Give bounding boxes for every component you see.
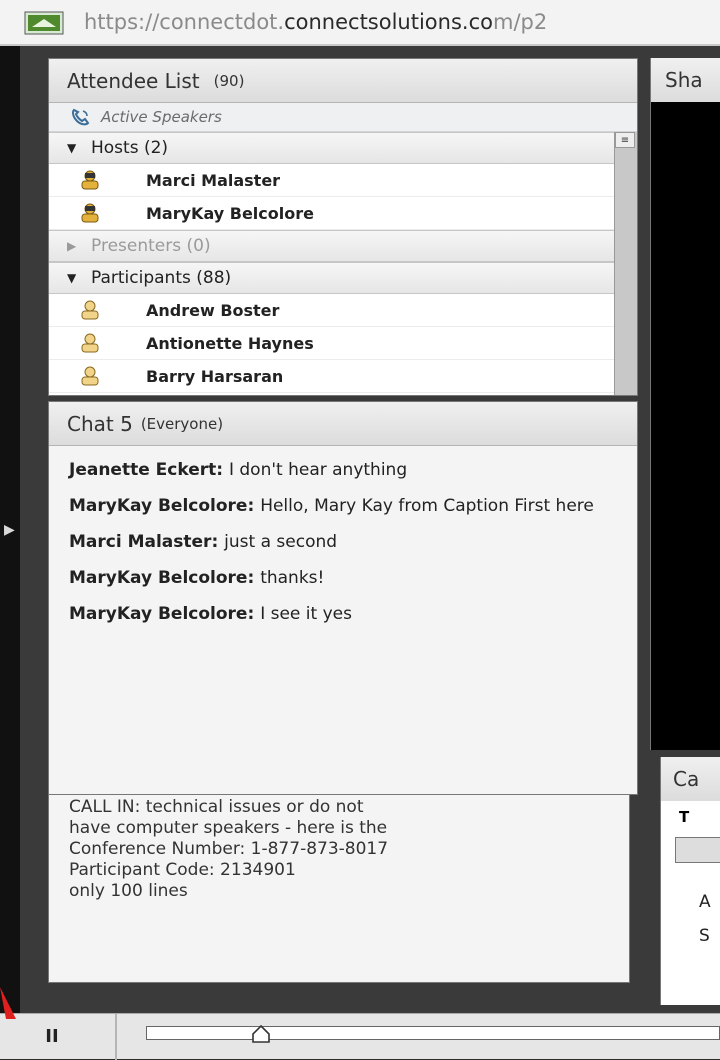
collapsed-triangle-icon[interactable]: ▶: [67, 239, 91, 253]
playback-slider-track[interactable]: [146, 1026, 720, 1040]
attendee-row[interactable]: Andrew Boster: [49, 294, 615, 327]
chat-pod-header[interactable]: Chat 5 (Everyone): [49, 402, 637, 446]
chat-text: I don't hear anything: [228, 460, 408, 480]
group-participants[interactable]: ▼ Participants (88): [49, 262, 615, 294]
host-user-icon: [81, 203, 99, 223]
chat-text: Hello, Mary Kay from Caption First here: [260, 496, 594, 516]
url-scheme: https://: [84, 10, 160, 34]
note-line: CALL IN: technical issues or do not: [69, 797, 364, 817]
caption-pod-title[interactable]: Ca: [661, 757, 720, 801]
share-pod-title[interactable]: Sha: [651, 58, 720, 102]
participant-user-icon: [81, 366, 99, 386]
playback-progress: [147, 1027, 262, 1039]
chat-message: Jeanette Eckert: I don't hear anything: [69, 460, 408, 480]
attendee-count: (90): [213, 71, 245, 90]
caption-control-button[interactable]: [675, 837, 720, 863]
active-speakers-label: Active Speakers: [101, 108, 222, 126]
attendee-row[interactable]: Barry Harsaran: [49, 360, 615, 393]
share-pod: Sha: [650, 58, 720, 750]
attendee-name: Andrew Boster: [146, 300, 280, 320]
attendee-name: Marci Malaster: [146, 170, 281, 190]
chat-author: MaryKay Belcolore: [69, 604, 248, 624]
caption-line: A: [699, 892, 711, 912]
group-label: Hosts (2): [91, 138, 169, 158]
chat-text: I see it yes: [260, 604, 352, 624]
attendee-pod-title: Attendee List: [67, 68, 200, 93]
chat-author: MaryKay Belcolore: [69, 496, 248, 516]
participant-user-icon: [81, 300, 99, 320]
list-options-icon[interactable]: ≡: [615, 132, 635, 148]
note-line: Conference Number: 1-877-873-8017: [69, 839, 389, 859]
browser-address-bar[interactable]: https://connectdot.connectsolutions.com/…: [0, 0, 720, 46]
attendee-name: MaryKay Belcolore: [146, 203, 314, 223]
attendee-list-pod: Attendee List (90) Active Speakers ▼ Hos…: [48, 58, 638, 396]
group-label: Presenters (0): [91, 236, 211, 256]
divider: [115, 1014, 117, 1060]
playback-slider-thumb[interactable]: [251, 1024, 271, 1044]
chat-message: MaryKay Belcolore: Hello, Mary Kay from …: [69, 496, 594, 516]
note-line: Participant Code: 2134901: [69, 860, 296, 880]
url-domain: connectsolutions.co: [284, 10, 493, 34]
participant-user-icon: [81, 333, 99, 353]
group-label: Participants (88): [91, 268, 232, 288]
attendee-scrollbar[interactable]: ≡: [614, 132, 637, 395]
chat-messages: Jeanette Eckert: I don't hear anything M…: [49, 446, 637, 625]
chat-text: thanks!: [260, 568, 325, 588]
chat-author: Jeanette Eckert: [69, 460, 217, 480]
caption-line: S: [699, 926, 710, 946]
group-hosts[interactable]: ▼ Hosts (2): [49, 132, 615, 164]
url-text[interactable]: https://connectdot.connectsolutions.com/…: [84, 10, 547, 34]
attendee-row[interactable]: Antionette Haynes: [49, 327, 615, 360]
note-line: only 100 lines: [69, 881, 188, 901]
left-collapse-strip[interactable]: [0, 46, 20, 1059]
expanded-triangle-icon[interactable]: ▼: [67, 271, 91, 285]
url-path: m/p2: [492, 10, 548, 34]
chat-message: Marci Malaster: just a second: [69, 532, 338, 552]
chat-text: just a second: [224, 532, 338, 552]
pause-icon: II: [45, 1025, 59, 1047]
attendee-row[interactable]: MaryKay Belcolore: [49, 197, 615, 230]
note-line: have computer speakers - here is the: [69, 818, 388, 838]
host-user-icon: [81, 170, 99, 190]
call-in-note-pod: CALL IN: technical issues or do not have…: [48, 795, 630, 983]
expand-arrow-icon[interactable]: ▶: [4, 522, 15, 538]
chat-pod-title: Chat 5: [67, 411, 133, 436]
chat-pod: Chat 5 (Everyone) Jeanette Eckert: I don…: [48, 401, 638, 795]
caption-row-label: T: [679, 808, 690, 826]
chat-author: Marci Malaster: [69, 532, 212, 552]
chat-message: MaryKay Belcolore: I see it yes: [69, 604, 352, 624]
chat-message: MaryKay Belcolore: thanks!: [69, 568, 325, 588]
site-identity-icon: [24, 11, 64, 35]
attendee-row[interactable]: Marci Malaster: [49, 164, 615, 197]
url-subdomain: connectdot.: [159, 10, 285, 34]
phone-icon: [72, 108, 90, 126]
expanded-triangle-icon[interactable]: ▼: [67, 141, 91, 155]
chat-scope: (Everyone): [140, 414, 224, 433]
attendee-name: Antionette Haynes: [146, 333, 314, 353]
attendee-name: Barry Harsaran: [146, 366, 284, 386]
playback-bar: II: [0, 1013, 720, 1060]
caption-pod: Ca T A S: [660, 757, 720, 1005]
active-speakers-row: Active Speakers: [49, 103, 637, 132]
attendee-list: ▼ Hosts (2) Marci Malaster MaryKay Belco…: [49, 132, 615, 393]
attendee-pod-header[interactable]: Attendee List (90): [49, 59, 637, 103]
pause-button[interactable]: II: [38, 1022, 66, 1050]
group-presenters[interactable]: ▶ Presenters (0): [49, 230, 615, 262]
red-arrow-annotation: [0, 987, 16, 1019]
chat-author: MaryKay Belcolore: [69, 568, 248, 588]
